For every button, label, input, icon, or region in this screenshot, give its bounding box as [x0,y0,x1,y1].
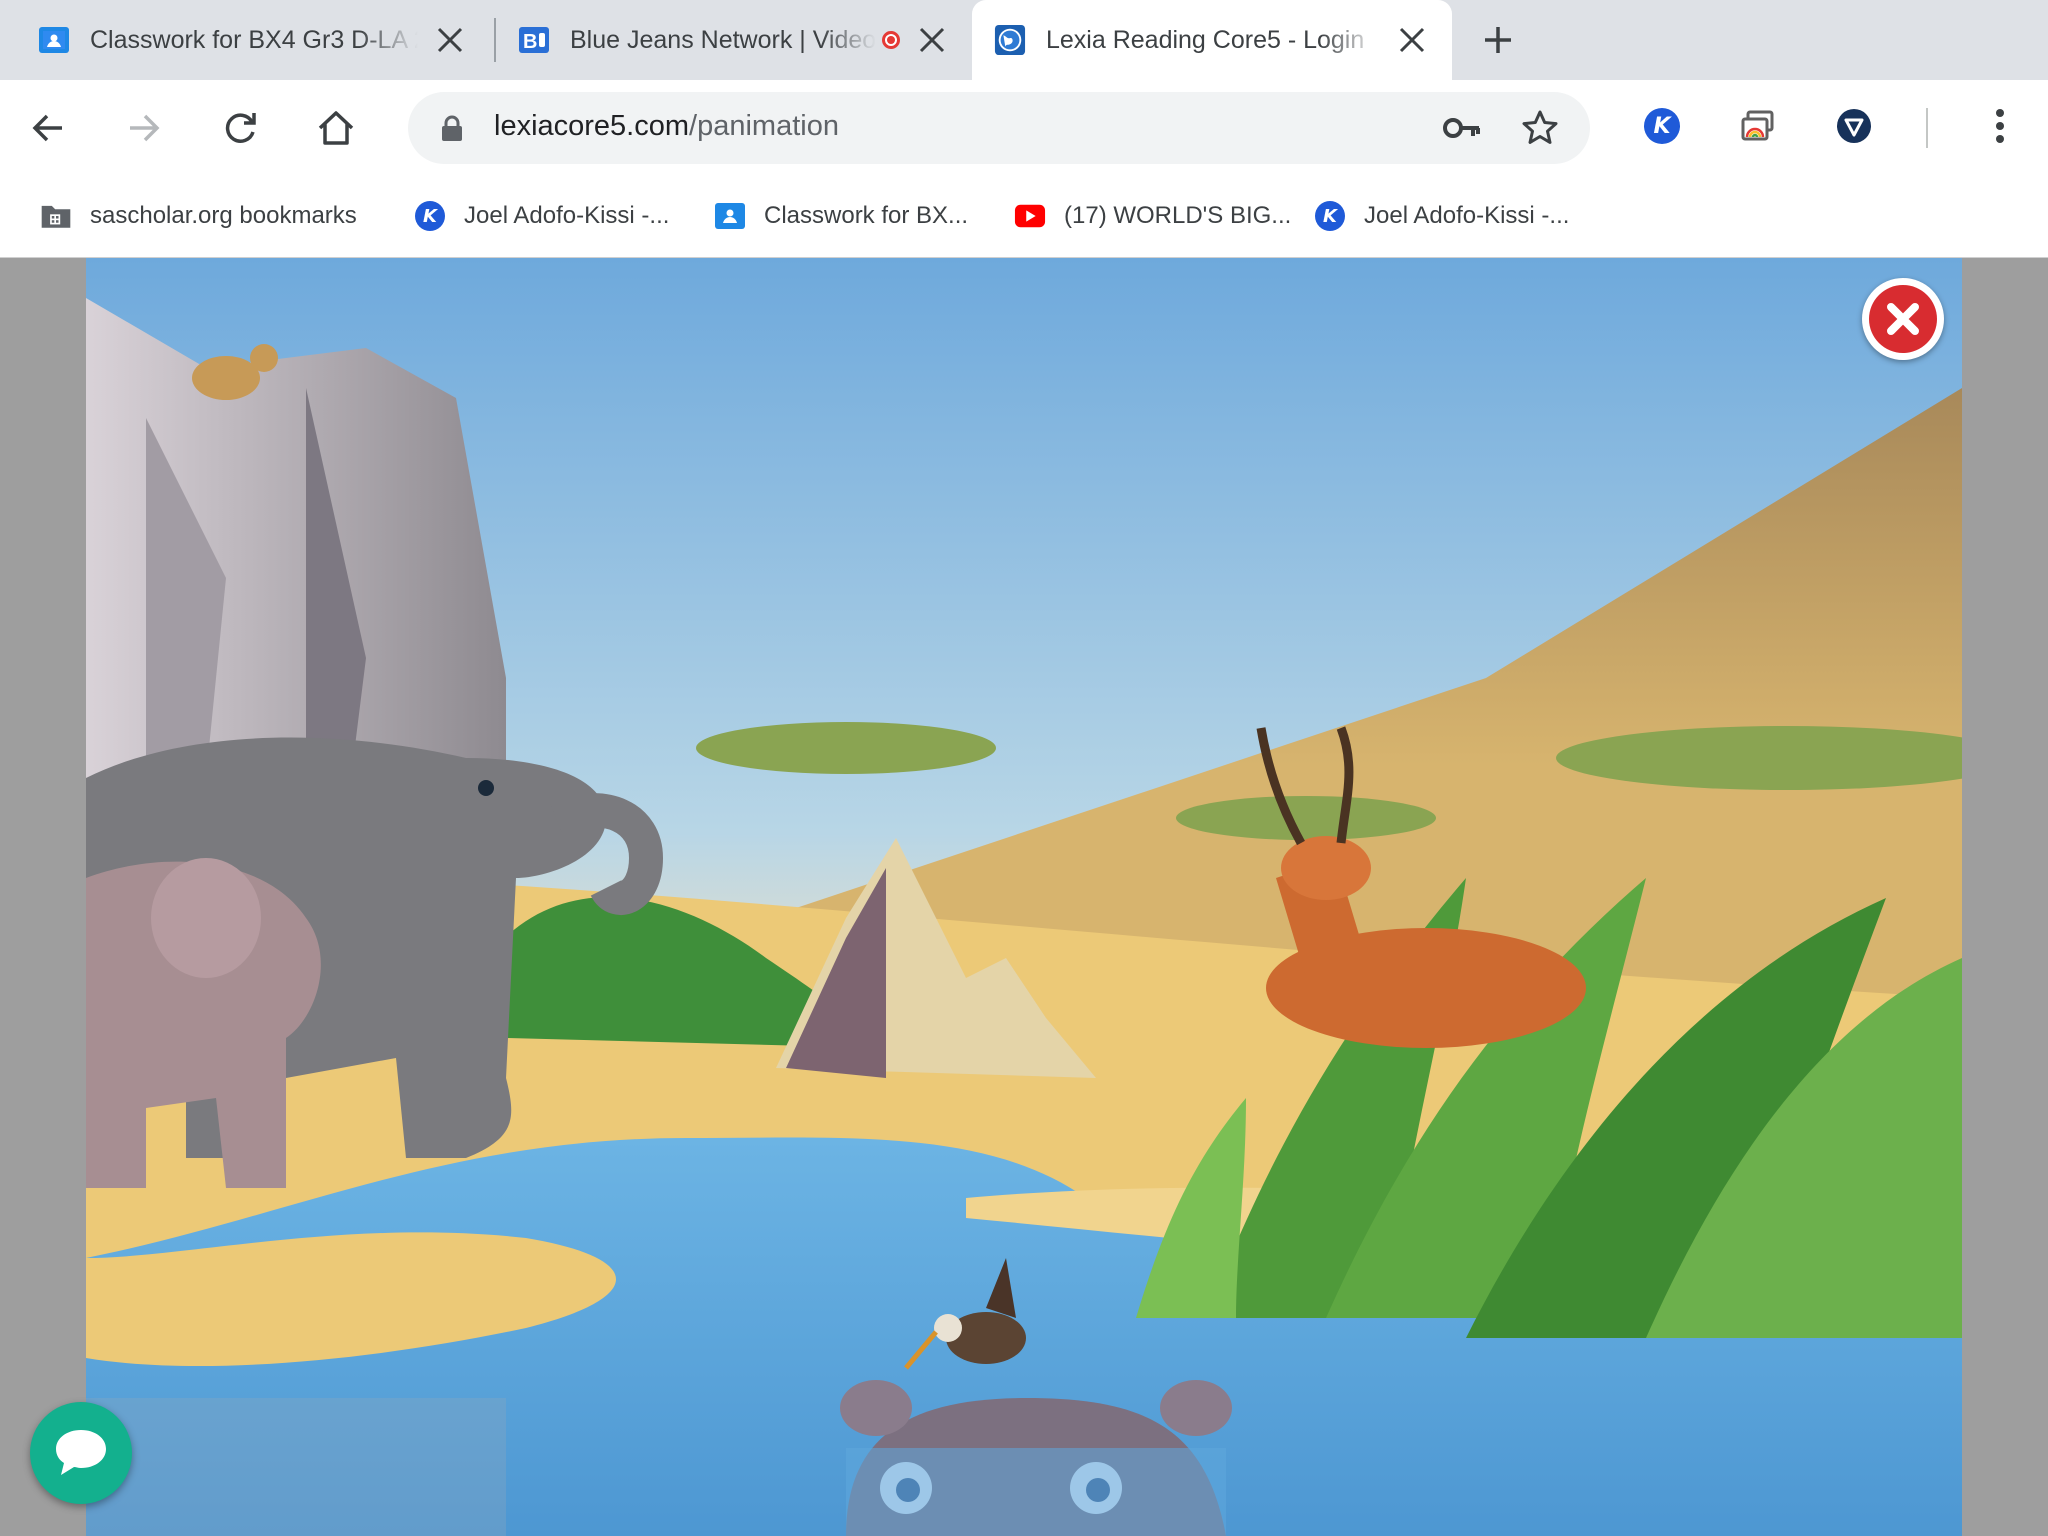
bookmark-folder-sascholar[interactable]: sascholar.org bookmarks [40,196,357,236]
chat-icon [56,1430,106,1475]
bookmark-joel-2[interactable]: K Joel Adofo-Kissi -... [1314,196,1569,236]
tab-separator [494,18,496,62]
close-icon [1869,285,1937,353]
k-icon: K [414,200,446,232]
k-icon: K [1644,108,1680,144]
plus-icon [1485,27,1511,53]
close-tab-icon[interactable] [430,20,470,60]
globe-icon [994,24,1026,56]
bookmark-classwork[interactable]: Classwork for BX... [714,196,968,236]
svg-text:B: B [523,31,537,53]
tab-bluejeans[interactable]: B Blue Jeans Network | Video [498,0,972,80]
url-text: lexiacore5.com/panimation [494,110,839,143]
tab-strip: Classwork for BX4 Gr3 D-LA 20 B Blue Jea… [0,0,2048,80]
bookmark-youtube[interactable]: (17) WORLD'S BIG... [1014,196,1291,236]
bookmarks-bar: sascholar.org bookmarks K Joel Adofo-Kis… [0,176,2048,258]
address-bar[interactable]: lexiacore5.com/panimation [408,92,1590,164]
home-icon [318,111,354,145]
forward-arrow-icon [130,114,160,142]
close-tab-icon[interactable] [912,20,952,60]
bookmark-label: sascholar.org bookmarks [90,202,357,229]
bookmark-star-icon[interactable] [1520,108,1560,148]
google-classroom-icon [714,200,746,232]
reload-icon [225,113,256,143]
more-vertical-icon [1996,109,2004,143]
home-button[interactable] [312,104,360,152]
tab-classwork[interactable]: Classwork for BX4 Gr3 D-LA 20 [0,0,490,80]
url-domain: lexiacore5.com [494,110,690,142]
acacia-tree [1176,796,1436,840]
k-icon: K [1314,200,1346,232]
close-tab-icon[interactable] [1392,20,1432,60]
tab-title: Classwork for BX4 Gr3 D-LA 20 [90,25,418,54]
google-classroom-icon [38,24,70,56]
back-button[interactable] [24,104,72,152]
tab-title: Lexia Reading Core5 - Login [1046,25,1365,54]
acacia-tree [696,722,996,774]
bluejeans-icon: B [518,24,550,56]
tab-title: Blue Jeans Network | Video [570,25,876,54]
youtube-icon [1014,200,1046,232]
tab-lexia[interactable]: Lexia Reading Core5 - Login [972,0,1452,80]
meerkat [192,356,260,400]
new-tab-button[interactable] [1476,18,1520,62]
reload-button[interactable] [216,104,264,152]
close-scene-button[interactable] [1862,278,1944,360]
chat-button[interactable] [30,1402,132,1504]
extension-shield-button[interactable] [1834,106,1874,146]
menu-button[interactable] [1980,106,2020,146]
bookmark-label: Joel Adofo-Kissi -... [464,202,670,229]
back-arrow-icon [32,114,62,142]
animation-scene[interactable] [86,258,1962,1536]
screencast-icon [1741,110,1774,141]
bookmark-label: Classwork for BX... [764,202,969,229]
savanna-illustration [86,258,1962,1536]
bookmark-label: (17) WORLD'S BIG... [1064,202,1292,229]
toolbar-divider [1926,108,1928,148]
forward-button[interactable] [120,104,168,152]
bookmark-label: Joel Adofo-Kissi -... [1364,202,1570,229]
extension-k-button[interactable]: K [1642,106,1682,146]
extension-screencast-button[interactable] [1738,106,1778,146]
recording-indicator-icon [882,31,900,49]
lock-icon [442,115,462,141]
url-path: /panimation [689,110,839,142]
key-icon[interactable] [1442,110,1482,146]
shield-icon [1837,109,1871,143]
folder-icon [40,200,72,232]
bookmark-joel-1[interactable]: K Joel Adofo-Kissi -... [414,196,669,236]
